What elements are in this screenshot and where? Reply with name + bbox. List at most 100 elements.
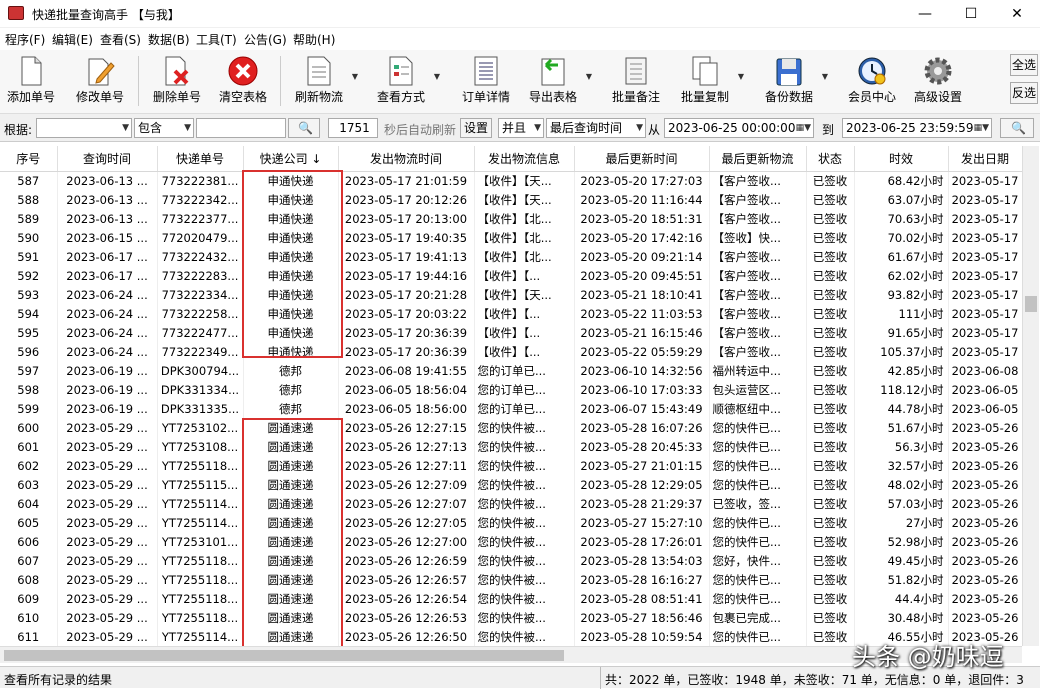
vertical-scroll-thumb[interactable] (1025, 296, 1037, 312)
chevron-down-icon[interactable]: ▼ (738, 72, 744, 81)
cell-status: 已签收 (806, 532, 855, 551)
table-row[interactable]: 595 2023-06-24 ... 773222477... 申通快递 2023-05… (0, 323, 1022, 342)
cell-ship-date: 2023-05-17 (948, 228, 1022, 247)
filter-bar: 根据: ▼ 包含 ▼ 🔍 1751 秒后自动刷新 设置 并且 ▼ 最后查询时间 ▼ 从… (0, 114, 1040, 142)
cell-ship-time: 2023-05-26 12:27:00 (338, 532, 475, 551)
cell-ship-info: 【收件】【北... (474, 247, 575, 266)
table-row[interactable]: 593 2023-06-24 ... 773222334... 申通快递 2023-05… (0, 285, 1022, 304)
minimize-button[interactable]: — (902, 0, 948, 28)
table-row[interactable]: 605 2023-05-29 ... YT7255114... 圆通速递 2023-05… (0, 513, 1022, 532)
menu-program[interactable]: 程序(F) (5, 31, 45, 48)
menu-tools[interactable]: 工具(T) (196, 31, 237, 48)
col-header-query-time[interactable]: 查询时间 (57, 146, 158, 172)
table-row[interactable]: 597 2023-06-19 ... DPK300794... 德邦 2023-06-0… (0, 361, 1022, 380)
cell-status: 已签收 (806, 247, 855, 266)
settings-button[interactable]: 设置 (460, 118, 492, 138)
table-row[interactable]: 590 2023-06-15 ... 772020479... 申通快递 2023-05… (0, 228, 1022, 247)
cell-ship-time: 2023-05-26 12:26:59 (338, 551, 475, 570)
search-button[interactable]: 🔍 (288, 118, 320, 138)
refresh-logistics-button[interactable]: 刷新物流 ▼ (290, 52, 358, 110)
table-row[interactable]: 603 2023-05-29 ... YT7255115... 圆通速递 2023-05… (0, 475, 1022, 494)
table-row[interactable]: 607 2023-05-29 ... YT7255118... 圆通速递 2023-05… (0, 551, 1022, 570)
col-header-ship-time[interactable]: 发出物流时间 (338, 146, 475, 172)
table-row[interactable]: 610 2023-05-29 ... YT7255118... 圆通速递 2023-05… (0, 608, 1022, 627)
chevron-down-icon[interactable]: ▼ (822, 72, 828, 81)
refresh-seconds-input[interactable]: 1751 (328, 118, 378, 138)
invert-selection-button[interactable]: 反选 (1010, 82, 1038, 104)
menu-help[interactable]: 帮助(H) (293, 31, 335, 48)
table-row[interactable]: 587 2023-06-13 ... 773222381... 申通快递 2023-05… (0, 171, 1022, 190)
filter-field-select[interactable]: ▼ (36, 118, 132, 138)
table-row[interactable]: 596 2023-06-24 ... 773222349... 申通快递 2023-05… (0, 342, 1022, 361)
delete-number-button[interactable]: 删除单号 (148, 52, 206, 110)
select-all-button[interactable]: 全选 (1010, 54, 1038, 76)
add-number-button[interactable]: 添加单号 (2, 52, 60, 110)
table-row[interactable]: 591 2023-06-17 ... 773222432... 申通快递 2023-05… (0, 247, 1022, 266)
advanced-settings-button[interactable]: 高级设置 (909, 52, 967, 110)
match-type-select[interactable]: 包含 ▼ (134, 118, 194, 138)
table-row[interactable]: 589 2023-06-13 ... 773222377... 申通快递 2023-05… (0, 209, 1022, 228)
col-header-last-update-info[interactable]: 最后更新物流 (709, 146, 807, 172)
batch-copy-button[interactable]: 批量复制 ▼ (676, 52, 744, 110)
cell-status: 已签收 (806, 190, 855, 209)
menu-edit[interactable]: 编辑(E) (52, 31, 93, 48)
table-row[interactable]: 592 2023-06-17 ... 773222283... 申通快递 2023-05… (0, 266, 1022, 285)
cell-ship-info: 【收件】【天... (474, 190, 575, 209)
to-datetime-input[interactable]: 2023-06-25 23:59:59 ▦▼ (842, 118, 992, 138)
horizontal-scroll-thumb[interactable] (4, 650, 564, 661)
cell-ship-time: 2023-05-26 12:27:13 (338, 437, 475, 456)
col-header-status[interactable]: 状态 (806, 146, 855, 172)
table-row[interactable]: 602 2023-05-29 ... YT7255118... 圆通速递 2023-05… (0, 456, 1022, 475)
col-header-last-update-time[interactable]: 最后更新时间 (574, 146, 710, 172)
table-row[interactable]: 604 2023-05-29 ... YT7255114... 圆通速递 2023-05… (0, 494, 1022, 513)
chevron-down-icon[interactable]: ▼ (434, 72, 440, 81)
cell-duration: 52.98小时 (854, 532, 949, 551)
logic-select[interactable]: 并且 ▼ (498, 118, 544, 138)
order-detail-button[interactable]: 订单详情 (457, 52, 515, 110)
backup-data-button[interactable]: 备份数据 ▼ (760, 52, 828, 110)
col-header-tracking-number[interactable]: 快递单号 (157, 146, 244, 172)
table-row[interactable]: 609 2023-05-29 ... YT7255118... 圆通速递 2023-05… (0, 589, 1022, 608)
from-datetime-input[interactable]: 2023-06-25 00:00:00 ▦▼ (664, 118, 814, 138)
keyword-input[interactable] (196, 118, 286, 138)
table-row[interactable]: 599 2023-06-19 ... DPK331335... 德邦 2023-06-0… (0, 399, 1022, 418)
table-row[interactable]: 606 2023-05-29 ... YT7253101... 圆通速递 2023-05… (0, 532, 1022, 551)
col-header-ship-info[interactable]: 发出物流信息 (474, 146, 575, 172)
clear-table-button[interactable]: 清空表格 (214, 52, 272, 110)
close-button[interactable]: ✕ (994, 0, 1040, 28)
menu-data[interactable]: 数据(B) (148, 31, 190, 48)
table-row[interactable]: 598 2023-06-19 ... DPK331334... 德邦 2023-06-0… (0, 380, 1022, 399)
cell-last-update-info: 您的快件已... (709, 418, 807, 437)
view-mode-button[interactable]: 查看方式 ▼ (372, 52, 440, 110)
cell-ship-date: 2023-05-26 (948, 513, 1022, 532)
col-header-ship-date[interactable]: 发出日期 (948, 146, 1022, 172)
table-row[interactable]: 601 2023-05-29 ... YT7253108... 圆通速递 2023-05… (0, 437, 1022, 456)
cell-status: 已签收 (806, 418, 855, 437)
col-header-courier[interactable]: 快递公司 ↓ (243, 146, 339, 172)
export-table-button[interactable]: 导出表格 ▼ (524, 52, 592, 110)
member-center-button[interactable]: 会员中心 (843, 52, 901, 110)
time-field-select[interactable]: 最后查询时间 ▼ (546, 118, 646, 138)
vertical-scrollbar[interactable] (1022, 146, 1039, 646)
date-search-button[interactable]: 🔍 (1000, 118, 1034, 138)
cell-query-time: 2023-06-19 ... (57, 380, 158, 399)
table-row[interactable]: 594 2023-06-24 ... 773222258... 申通快递 2023-05… (0, 304, 1022, 323)
table-row[interactable]: 608 2023-05-29 ... YT7255118... 圆通速递 2023-05… (0, 570, 1022, 589)
menu-notice[interactable]: 公告(G) (244, 31, 287, 48)
col-header-index[interactable]: 序号 (0, 146, 58, 172)
col-header-duration[interactable]: 时效 (854, 146, 949, 172)
edit-number-button[interactable]: 修改单号 (70, 52, 130, 110)
table-row[interactable]: 588 2023-06-13 ... 773222342... 申通快递 2023-05… (0, 190, 1022, 209)
maximize-button[interactable]: ☐ (948, 0, 994, 28)
cell-query-time: 2023-06-17 ... (57, 266, 158, 285)
batch-note-button[interactable]: 批量备注 (607, 52, 665, 110)
cell-index: 588 (0, 190, 58, 209)
table-row[interactable]: 600 2023-05-29 ... YT7253102... 圆通速递 2023-05… (0, 418, 1022, 437)
chevron-down-icon[interactable]: ▼ (352, 72, 358, 81)
cell-status: 已签收 (806, 475, 855, 494)
cell-ship-info: 您的快件被... (474, 532, 575, 551)
chevron-down-icon[interactable]: ▼ (586, 72, 592, 81)
cell-index: 592 (0, 266, 58, 285)
menu-view[interactable]: 查看(S) (100, 31, 141, 48)
cell-last-update-info: 【客户签收... (709, 266, 807, 285)
